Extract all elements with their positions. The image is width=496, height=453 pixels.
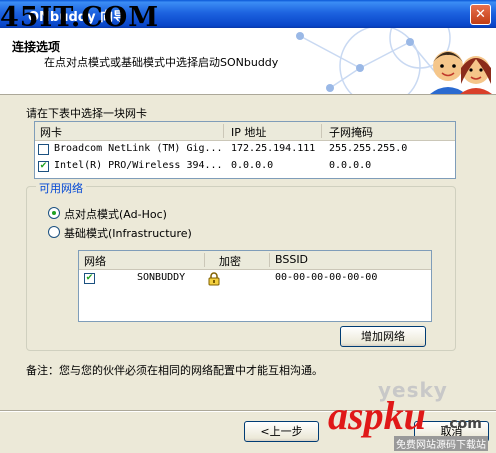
buddy-avatars-icon (430, 51, 492, 94)
watermark-text: 45IT.COM (0, 2, 160, 33)
column-header-bssid[interactable]: BSSID (275, 253, 308, 266)
network-table: 网络 加密 BSSID ✔ SONBUDDY 00-00-00-00-00-00 (78, 250, 432, 322)
network-table-header: 网络 加密 BSSID (79, 251, 431, 270)
aspku-logo-text: aspku (328, 393, 426, 438)
adapter-name: Intel(R) PRO/Wireless 394... (54, 160, 223, 171)
network-bssid: 00-00-00-00-00-00 (275, 272, 378, 283)
column-header-mask[interactable]: 子网掩码 (329, 124, 373, 140)
adapter-checkbox[interactable] (38, 144, 49, 155)
available-networks-label: 可用网络 (36, 180, 86, 196)
infrastructure-radio-label[interactable]: 基础模式(Infrastructure) (64, 225, 192, 241)
header-title: 连接选项 (12, 40, 61, 54)
adapter-mask: 255.255.255.0 (329, 143, 408, 154)
adapter-ip: 172.25.194.111 (231, 143, 316, 154)
adapter-mask: 0.0.0.0 (329, 160, 372, 171)
wizard-header: 连接选项 在点对点模式或基础模式中选择启动SONbuddy (0, 28, 496, 95)
network-checkbox[interactable]: ✔ (84, 273, 95, 284)
close-button[interactable]: ✕ (470, 4, 491, 25)
column-divider[interactable] (204, 253, 205, 267)
logo-tagline: 免费网站源码下载站 (394, 436, 488, 451)
add-network-button[interactable]: 增加网络 (340, 326, 426, 347)
adapter-prompt: 请在下表中选择一块网卡 (26, 107, 147, 120)
network-row[interactable]: ✔ SONBUDDY 00-00-00-00-00-00 (79, 271, 431, 288)
adapter-row[interactable]: Broadcom NetLink (TM) Gig... 172.25.194.… (35, 142, 455, 159)
column-header-adapter[interactable]: 网卡 (40, 124, 62, 140)
column-divider[interactable] (321, 124, 322, 138)
adapter-name: Broadcom NetLink (TM) Gig... (54, 143, 223, 154)
adapter-table-header: 网卡 IP 地址 子网掩码 (35, 122, 455, 141)
column-header-encryption[interactable]: 加密 (219, 253, 241, 269)
column-divider[interactable] (269, 253, 270, 267)
adapter-table: 网卡 IP 地址 子网掩码 Broadcom NetLink (TM) Gig.… (34, 121, 456, 179)
column-divider[interactable] (223, 124, 224, 138)
logo-tld: .com (444, 416, 482, 432)
header-subtitle: 在点对点模式或基础模式中选择启动SONbuddy (44, 56, 279, 69)
adapter-ip: 0.0.0.0 (231, 160, 274, 171)
column-header-network[interactable]: 网络 (84, 253, 106, 269)
column-header-ip[interactable]: IP 地址 (231, 124, 266, 140)
infrastructure-radio[interactable] (48, 226, 60, 238)
adapter-row[interactable]: ✔ Intel(R) PRO/Wireless 394... 0.0.0.0 0… (35, 159, 455, 176)
network-name: SONBUDDY (137, 272, 186, 283)
adapter-checkbox[interactable]: ✔ (38, 161, 49, 172)
adhoc-radio[interactable] (48, 207, 60, 219)
adhoc-radio-label[interactable]: 点对点模式(Ad-Hoc) (64, 206, 167, 222)
back-button[interactable]: <上一步 (244, 421, 319, 442)
lock-icon (208, 272, 220, 286)
aspku-logo: yesky aspku .com 免费网站源码下载站 (322, 370, 496, 453)
note-text: 备注：您与您的伙伴必须在相同的网络配置中才能互相沟通。 (26, 364, 323, 377)
